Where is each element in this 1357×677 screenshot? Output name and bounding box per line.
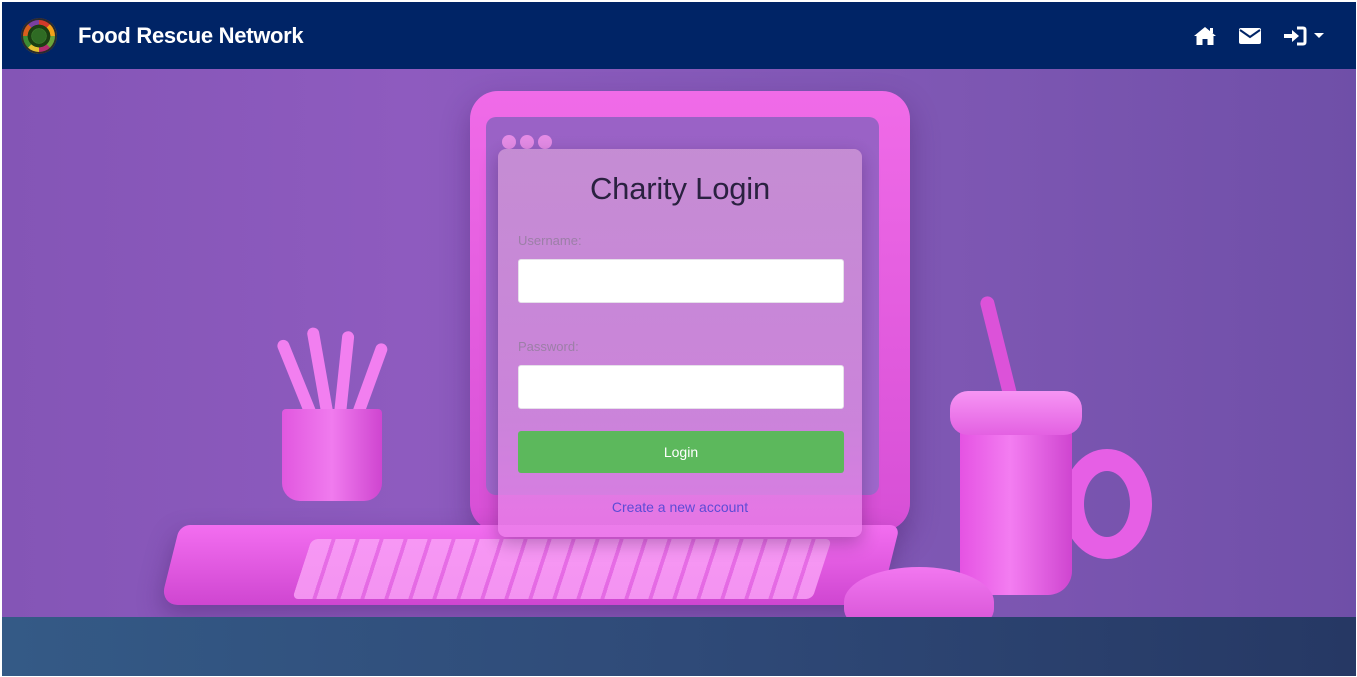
chevron-down-icon xyxy=(1314,33,1324,38)
hero-background: Charity Login Username: Password: Login … xyxy=(2,69,1356,617)
sign-in-icon xyxy=(1284,26,1307,45)
nav-icon-group xyxy=(1171,2,1324,69)
brand-logo xyxy=(21,17,57,54)
envelope-icon-svg xyxy=(1239,27,1261,44)
username-field[interactable] xyxy=(518,259,844,303)
username-label: Username: xyxy=(518,233,582,248)
create-account-link[interactable]: Create a new account xyxy=(498,499,862,515)
mug-lid-illustration xyxy=(950,391,1082,435)
straw-illustration xyxy=(978,294,1020,406)
screen-dot-decoration xyxy=(538,135,552,149)
login-card: Charity Login Username: Password: Login … xyxy=(498,149,862,537)
sign-in-dropdown[interactable] xyxy=(1283,26,1324,46)
top-navbar: Food Rescue Network xyxy=(2,2,1356,69)
pen-illustration xyxy=(333,330,355,422)
keyboard-illustration xyxy=(292,539,832,599)
footer-band xyxy=(2,617,1356,676)
brand-name: Food Rescue Network xyxy=(78,22,304,48)
brand-link[interactable]: Food Rescue Network xyxy=(21,17,304,54)
home-icon-svg xyxy=(1194,26,1216,45)
envelope-icon[interactable] xyxy=(1239,27,1261,44)
login-button[interactable]: Login xyxy=(518,431,844,473)
password-label: Password: xyxy=(518,339,579,354)
pen-cup-illustration xyxy=(282,409,382,501)
mug-handle-illustration xyxy=(1062,449,1152,559)
screen-dot-decoration xyxy=(520,135,534,149)
home-icon[interactable] xyxy=(1193,25,1217,47)
app-frame: Food Rescue Network Charity Login Userna… xyxy=(2,2,1356,676)
password-field[interactable] xyxy=(518,365,844,409)
login-title: Charity Login xyxy=(589,171,771,206)
screen-dot-decoration xyxy=(502,135,516,149)
